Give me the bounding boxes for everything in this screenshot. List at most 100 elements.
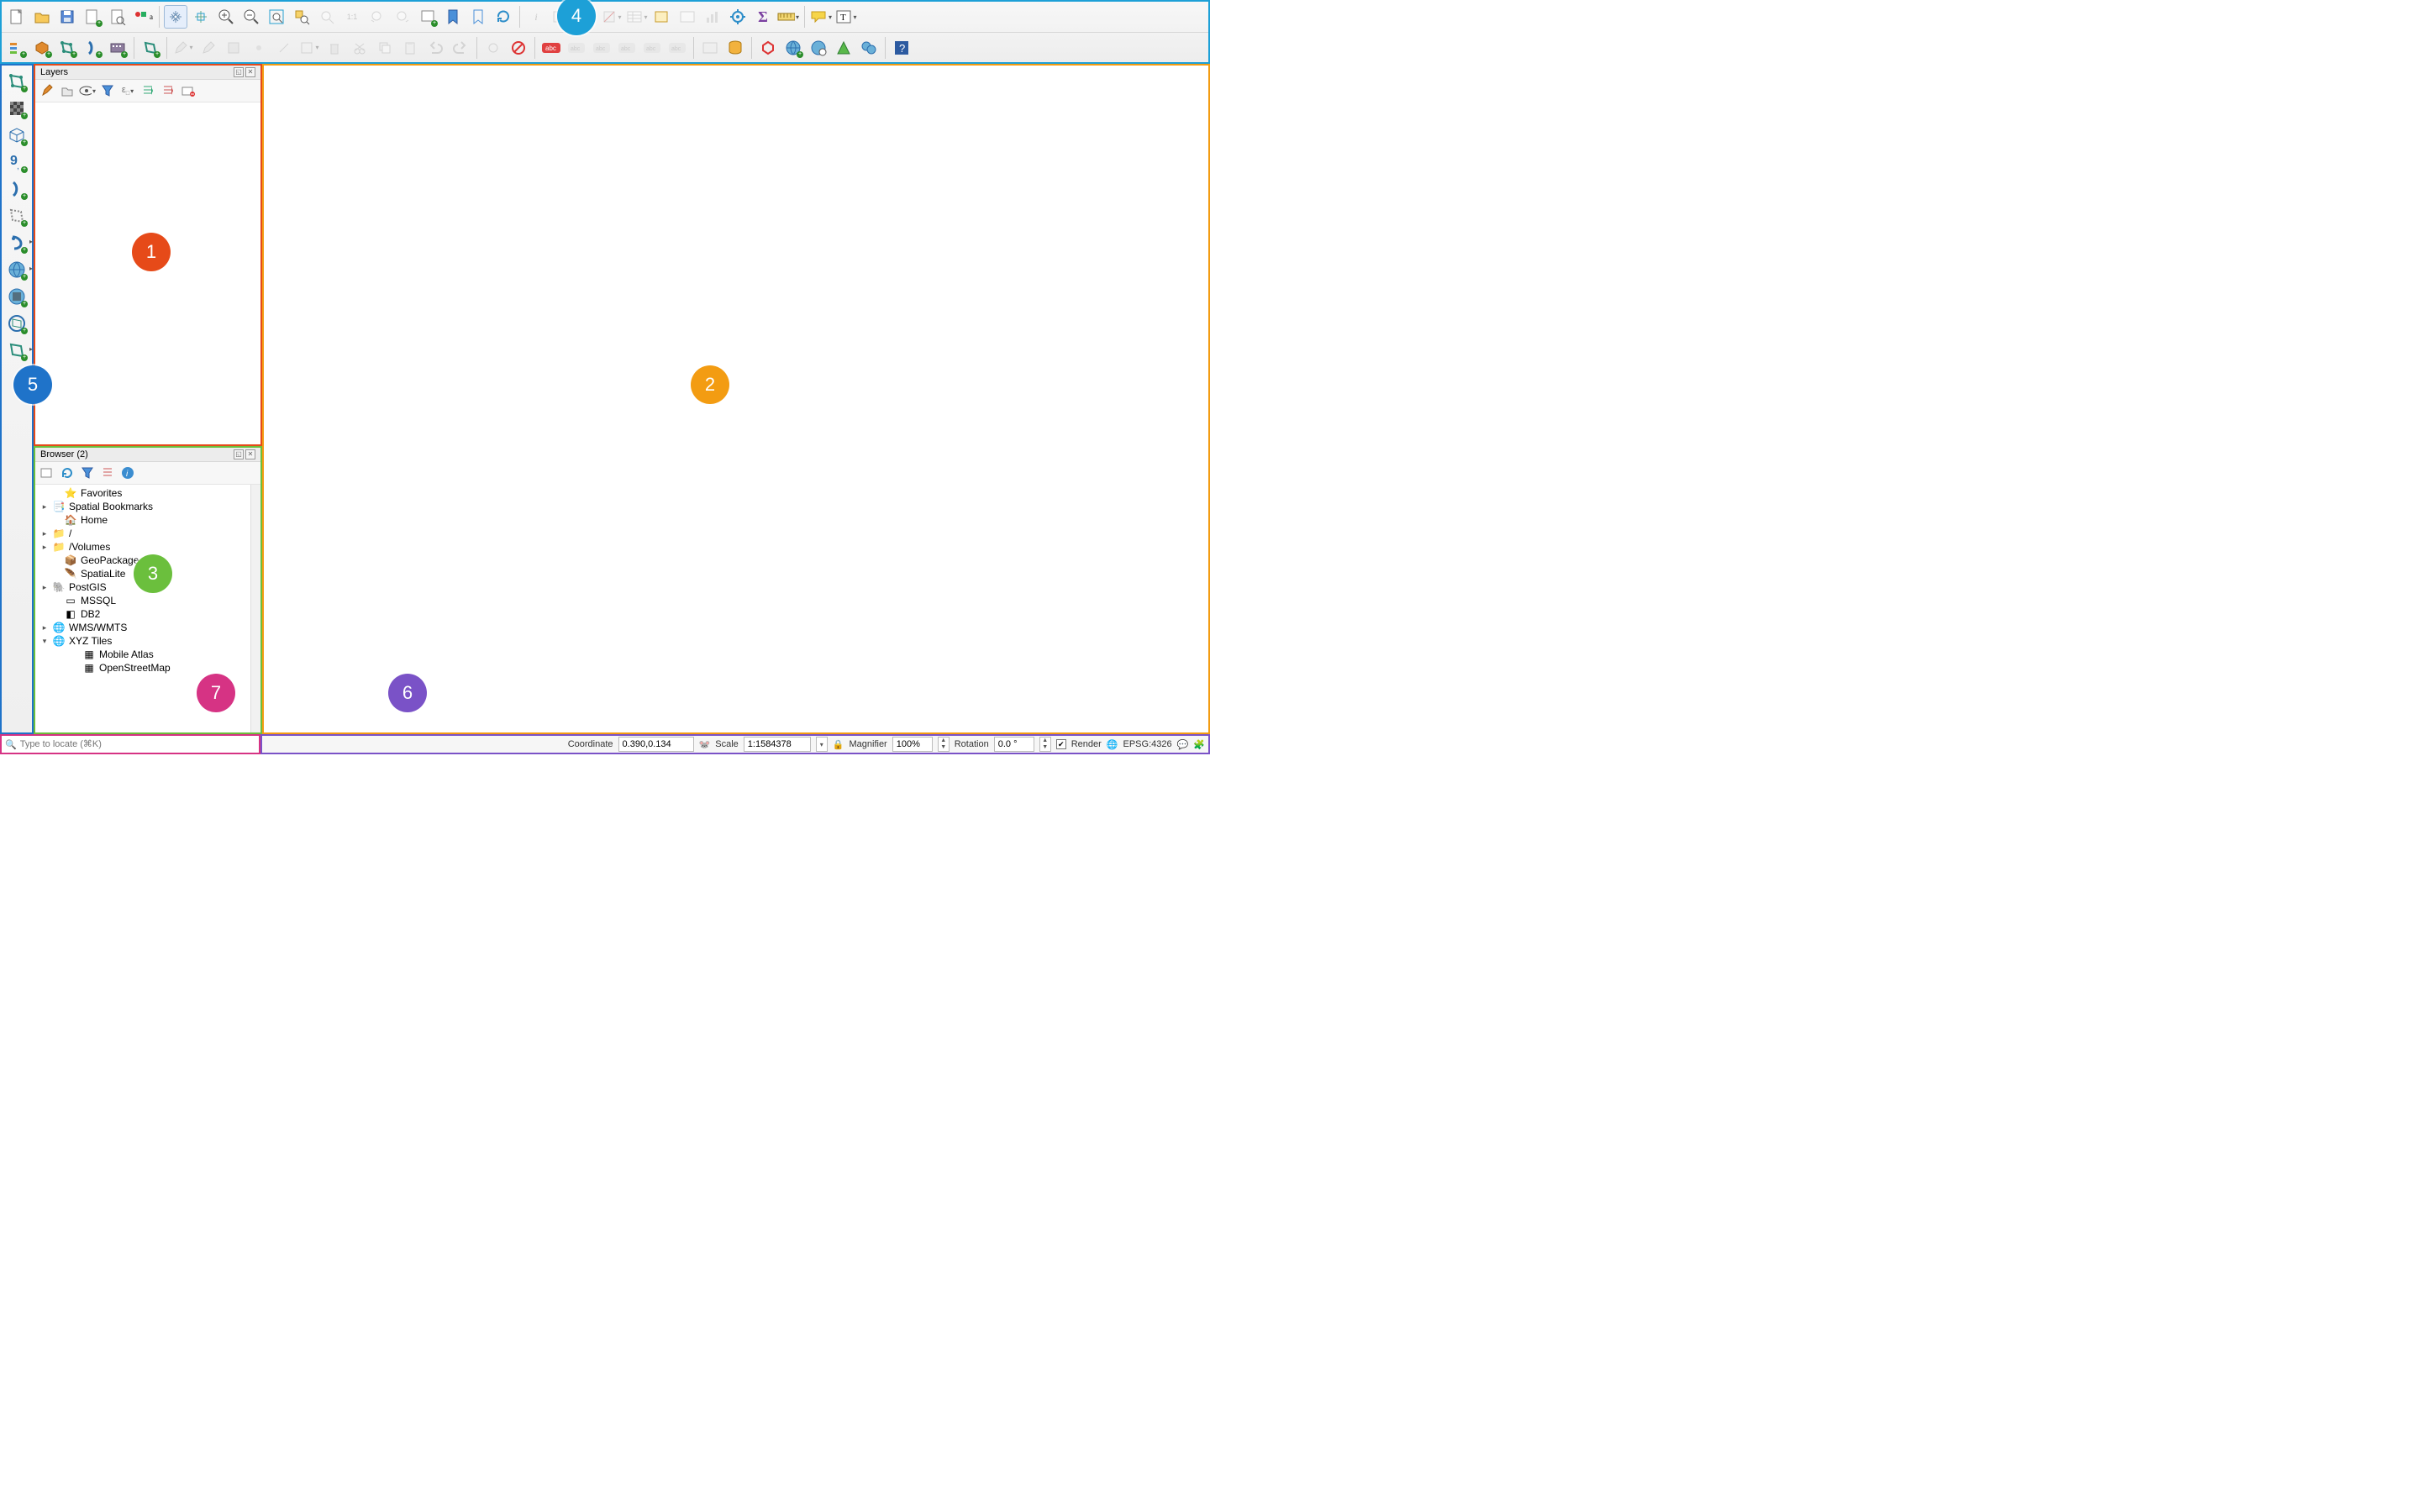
zoom-in-button[interactable] (214, 5, 238, 29)
pan-button[interactable] (164, 5, 187, 29)
style-icon[interactable] (39, 82, 55, 99)
locator-bar[interactable]: 🔍 (0, 734, 260, 754)
expand-caret-icon[interactable]: ▾ (40, 637, 49, 646)
add-postgis-side-button[interactable]: +▸ (4, 230, 29, 255)
render-checkbox[interactable]: ✔ (1056, 739, 1066, 749)
toolbox-button[interactable] (726, 5, 750, 29)
new-bookmark-button[interactable] (441, 5, 465, 29)
expand-all-icon[interactable] (139, 82, 156, 99)
locator-input[interactable] (20, 739, 171, 749)
add-spatialite-side-button[interactable]: + (4, 176, 29, 202)
add-wcs-side-button[interactable]: + (4, 284, 29, 309)
browser-tree-item[interactable]: ▦OpenStreetMap (37, 661, 249, 675)
browser-tree-item[interactable]: ▸📁/Volumes (37, 540, 249, 554)
browser-tree-item[interactable]: ▸📑Spatial Bookmarks (37, 500, 249, 513)
add-group-icon[interactable] (59, 82, 76, 99)
remove-layer-icon[interactable] (180, 82, 197, 99)
no-action-button[interactable] (507, 36, 530, 60)
undock-icon[interactable]: ◱ (234, 67, 244, 77)
pan-to-selection-button[interactable] (189, 5, 213, 29)
new-shapefile-button[interactable]: + (55, 36, 79, 60)
expand-caret-icon[interactable]: ▸ (40, 502, 49, 512)
layout-manager-button[interactable] (106, 5, 129, 29)
add-delimited-text-side-button[interactable]: 9,+ (4, 150, 29, 175)
expression-icon[interactable]: ε□▾ (119, 82, 136, 99)
add-layer-icon[interactable] (39, 465, 55, 481)
browser-tree-item[interactable]: 🏠Home (37, 513, 249, 527)
add-vector-layer-button[interactable]: + (139, 36, 162, 60)
refresh-icon[interactable] (59, 465, 76, 481)
manage-visibility-icon[interactable]: ▾ (79, 82, 96, 99)
filter-icon[interactable] (79, 465, 96, 481)
browser-tree-item[interactable]: ▾🌐XYZ Tiles (37, 634, 249, 648)
show-bookmarks-button[interactable] (466, 5, 490, 29)
text-annotation-button[interactable]: T▾ (834, 5, 858, 29)
geometry-checker-button[interactable] (807, 36, 830, 60)
crs-icon[interactable]: 🌐 (1107, 739, 1118, 750)
add-wms-side-button[interactable]: +▸ (4, 257, 29, 282)
rotation-spinner[interactable]: ▲▼ (1039, 737, 1051, 752)
new-shapefile-side-button[interactable]: +▸ (4, 338, 29, 363)
collapse-icon[interactable] (99, 465, 116, 481)
open-project-button[interactable] (30, 5, 54, 29)
db-manager-button[interactable] (723, 36, 747, 60)
lock-icon[interactable]: 🔒 (833, 739, 844, 750)
new-map-view-button[interactable]: + (416, 5, 439, 29)
collapse-all-icon[interactable] (160, 82, 176, 99)
osm-button[interactable] (857, 36, 881, 60)
browser-tree-item[interactable]: ▦Mobile Atlas (37, 648, 249, 661)
messages-icon[interactable]: 💬 (1177, 739, 1189, 750)
scale-dropdown-icon[interactable]: ▾ (816, 737, 828, 752)
layers-tree[interactable] (35, 102, 260, 444)
expand-caret-icon[interactable]: ▸ (40, 543, 49, 552)
style-manager-button[interactable]: a (131, 5, 155, 29)
new-project-button[interactable] (5, 5, 29, 29)
map-canvas[interactable] (262, 64, 1210, 734)
rotation-field[interactable]: 0.0 ° (994, 737, 1034, 752)
properties-icon[interactable]: i (119, 465, 136, 481)
refresh-button[interactable] (492, 5, 515, 29)
new-spatialite-button[interactable]: + (81, 36, 104, 60)
browser-tree-item[interactable]: ⭐Favorites (37, 486, 249, 500)
undock-icon[interactable]: ◱ (234, 449, 244, 459)
add-mesh-layer-side-button[interactable]: + (4, 123, 29, 148)
zoom-out-button[interactable] (239, 5, 263, 29)
zoom-full-button[interactable] (265, 5, 288, 29)
close-icon[interactable]: ✕ (245, 449, 255, 459)
save-project-button[interactable] (55, 5, 79, 29)
data-source-manager-button[interactable]: + (5, 36, 29, 60)
field-calculator-button[interactable] (650, 5, 674, 29)
grass-button[interactable] (832, 36, 855, 60)
coordinate-field[interactable]: 0.390,0.134 (618, 737, 694, 752)
sigma-button[interactable]: Σ (751, 5, 775, 29)
add-raster-layer-side-button[interactable]: + (4, 96, 29, 121)
close-icon[interactable]: ✕ (245, 67, 255, 77)
magnifier-spinner[interactable]: ▲▼ (938, 737, 950, 752)
metasearch-button[interactable]: + (781, 36, 805, 60)
add-wfs-side-button[interactable]: + (4, 311, 29, 336)
labeling-button[interactable]: abc (539, 36, 563, 60)
browser-tree-item[interactable]: ◧DB2 (37, 607, 249, 621)
topology-checker-button[interactable] (756, 36, 780, 60)
browser-tree-item[interactable]: ▸🌐WMS/WMTS (37, 621, 249, 634)
zoom-selection-button[interactable] (290, 5, 313, 29)
browser-tree-item[interactable]: ▸📁/ (37, 527, 249, 540)
new-geopackage-button[interactable]: + (30, 36, 54, 60)
plugin-icon[interactable]: 🧩 (1193, 739, 1205, 750)
measure-button[interactable]: ▾ (776, 5, 800, 29)
new-virtual-layer-button[interactable]: + (106, 36, 129, 60)
map-tips-button[interactable]: ▾ (809, 5, 833, 29)
add-vector-layer-side-button[interactable]: + (4, 69, 29, 94)
scale-field[interactable]: 1:1584378 (744, 737, 811, 752)
browser-tree-item[interactable]: ▭MSSQL (37, 594, 249, 607)
layers-panel-title-bar[interactable]: Layers ◱ ✕ (35, 66, 260, 80)
filter-icon[interactable] (99, 82, 116, 99)
help-button[interactable]: ? (890, 36, 913, 60)
expand-caret-icon[interactable]: ▸ (40, 623, 49, 633)
new-print-layout-button[interactable]: + (81, 5, 104, 29)
magnifier-field[interactable]: 100% (892, 737, 933, 752)
add-virtual-side-button[interactable]: + (4, 203, 29, 228)
browser-panel-title-bar[interactable]: Browser (2) ◱ ✕ (35, 448, 260, 462)
crs-label[interactable]: EPSG:4326 (1123, 739, 1172, 749)
expand-caret-icon[interactable]: ▸ (40, 529, 49, 538)
